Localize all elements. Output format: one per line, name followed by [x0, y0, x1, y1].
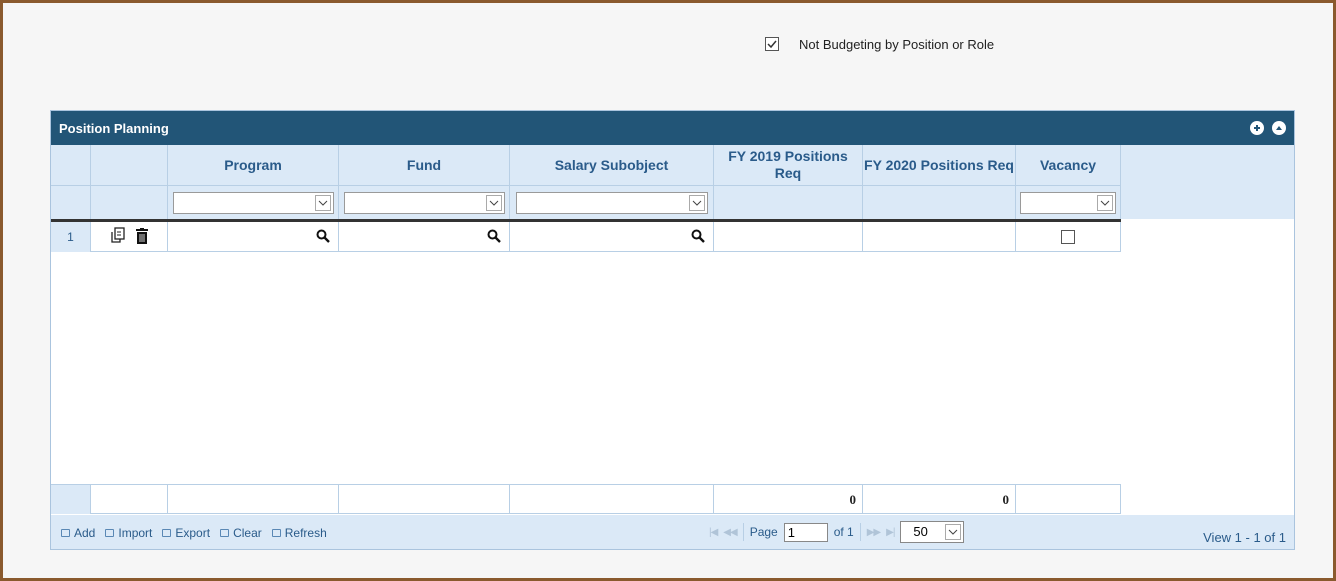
totals-rownum	[51, 485, 91, 514]
header-rownum	[51, 145, 91, 186]
header-fy2019[interactable]: FY 2019 Positions Req	[714, 145, 863, 186]
cell-fy2020[interactable]	[863, 222, 1016, 252]
import-button[interactable]: Import	[105, 526, 152, 540]
prev-page-icon[interactable]: ◀◀	[723, 527, 737, 538]
page-label: Page	[749, 525, 778, 539]
filter-vacancy-cell	[1016, 186, 1121, 219]
add-label: Add	[74, 526, 96, 540]
header-vacancy[interactable]: Vacancy	[1016, 145, 1121, 186]
search-icon[interactable]	[487, 229, 501, 246]
page-navigation: |◀ ◀◀ Page 1 of 1 ▶▶ ▶| 50	[709, 521, 965, 543]
grid-header: Program Fund Salary Subobject FY 2019 Po…	[51, 145, 1294, 219]
refresh-button[interactable]: Refresh	[271, 526, 327, 540]
pager-separator	[859, 523, 861, 541]
copy-icon[interactable]	[110, 227, 126, 247]
not-budgeting-option[interactable]: Not Budgeting by Position or Role	[765, 35, 994, 53]
header-actions	[91, 145, 168, 186]
window-frame: Not Budgeting by Position or Role Positi…	[0, 0, 1336, 581]
pager-actions: Add Import Export Clear Refresh	[61, 526, 327, 540]
table-row[interactable]: 1	[51, 222, 1121, 252]
page-of-label: of 1	[833, 525, 854, 539]
trash-icon[interactable]	[136, 227, 148, 247]
clear-button[interactable]: Clear	[220, 526, 262, 540]
grid-title: Position Planning	[59, 120, 169, 136]
header-fund[interactable]: Fund	[339, 145, 510, 186]
row-actions	[91, 222, 168, 252]
cell-salary-subobject[interactable]	[510, 222, 714, 252]
clear-icon	[220, 529, 230, 537]
header-fy2020[interactable]: FY 2020 Positions Req	[863, 145, 1016, 186]
filter-actions	[91, 186, 168, 219]
refresh-label: Refresh	[284, 526, 327, 540]
totals-actions	[91, 485, 168, 514]
filter-fy2020-cell	[863, 186, 1016, 219]
import-label: Import	[118, 526, 153, 540]
add-icon	[61, 529, 70, 537]
first-page-icon[interactable]: |◀	[709, 527, 718, 538]
next-page-icon[interactable]: ▶▶	[867, 527, 881, 538]
filter-vacancy-select[interactable]	[1020, 191, 1116, 214]
chevron-down-icon[interactable]	[485, 194, 502, 211]
not-budgeting-label: Not Budgeting by Position or Role	[799, 36, 995, 52]
cell-fy2019[interactable]	[714, 222, 863, 252]
vacancy-checkbox[interactable]	[1061, 230, 1075, 244]
grid-caption: Position Planning	[51, 111, 1294, 145]
total-fy2020: 0	[863, 485, 1016, 514]
last-page-icon[interactable]: ▶|	[886, 527, 895, 538]
chevron-down-icon[interactable]	[314, 194, 331, 211]
export-button[interactable]: Export	[162, 526, 210, 540]
grid-pager: Add Import Export Clear Refresh |◀ ◀◀ Pa…	[51, 515, 1294, 549]
page-size-value: 50	[913, 524, 928, 539]
plus-circle-icon[interactable]	[1250, 121, 1264, 135]
filter-program-select[interactable]	[172, 191, 334, 214]
checkmark-icon	[767, 40, 777, 49]
filter-fund-select[interactable]	[343, 191, 505, 214]
totals-program	[168, 485, 339, 514]
not-budgeting-checkbox[interactable]	[765, 37, 779, 51]
totals-row: 0 0	[51, 484, 1121, 514]
row-number: 1	[51, 222, 91, 252]
refresh-icon	[271, 529, 281, 537]
totals-salary	[510, 485, 714, 514]
chevron-down-icon[interactable]	[945, 524, 962, 540]
totals-vacancy	[1016, 485, 1121, 514]
search-icon[interactable]	[691, 229, 705, 246]
page-size-select[interactable]: 50	[900, 521, 965, 543]
header-salary-subobject[interactable]: Salary Subobject	[510, 145, 714, 186]
pager-separator	[742, 523, 744, 541]
header-program[interactable]: Program	[168, 145, 339, 186]
filter-salary-select[interactable]	[515, 191, 708, 214]
total-fy2019: 0	[714, 485, 863, 514]
cell-vacancy	[1016, 222, 1121, 252]
chevron-down-icon[interactable]	[688, 194, 705, 211]
filter-salary-cell	[510, 186, 714, 219]
import-icon	[105, 529, 115, 537]
cell-program[interactable]	[168, 222, 339, 252]
totals-fund	[339, 485, 510, 514]
chevron-down-icon[interactable]	[1097, 194, 1113, 211]
page-input[interactable]: 1	[783, 522, 828, 542]
filter-program-cell	[168, 186, 339, 219]
export-icon	[162, 529, 172, 537]
collapse-icon[interactable]	[1272, 121, 1286, 135]
add-button[interactable]: Add	[61, 526, 95, 540]
search-icon[interactable]	[316, 229, 330, 246]
filter-rownum	[51, 186, 91, 219]
filter-fund-cell	[339, 186, 510, 219]
filter-fy2019-cell	[714, 186, 863, 219]
view-records-text: View 1 - 1 of 1	[1203, 530, 1286, 545]
position-planning-grid: Position Planning Program Fund Salary Su…	[50, 110, 1295, 550]
export-label: Export	[175, 526, 211, 540]
clear-label: Clear	[233, 526, 262, 540]
cell-fund[interactable]	[339, 222, 510, 252]
